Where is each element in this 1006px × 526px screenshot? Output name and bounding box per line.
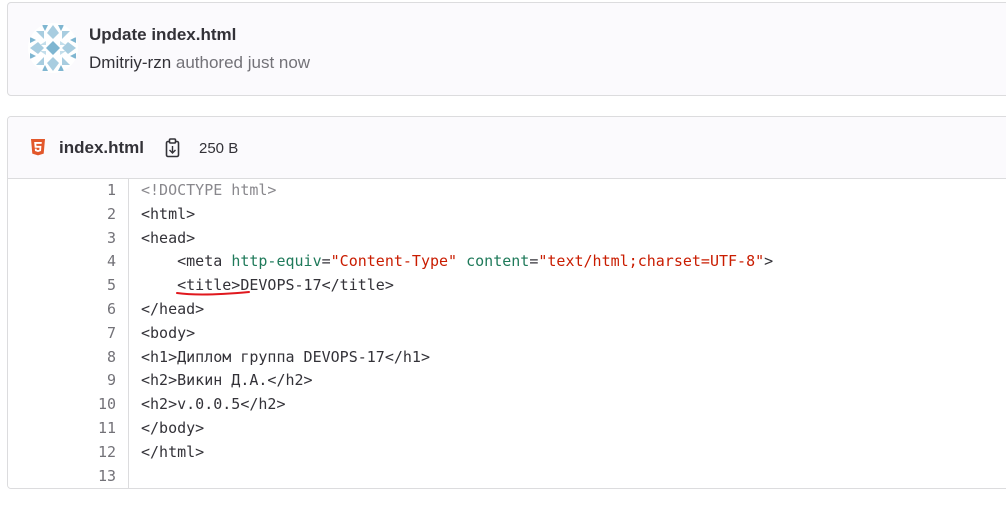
avatar[interactable]: [28, 23, 78, 73]
html5-icon: [31, 139, 45, 156]
code-token: <body>: [141, 323, 196, 342]
code-token: =: [321, 252, 331, 271]
code-token: "text/html;charset=UTF-8": [538, 252, 765, 271]
red-underline-annotation: [176, 291, 250, 296]
code-line: </body>: [141, 417, 204, 441]
line-number-gutter: 1 2 3 4 5 6 7 8 9 10 11 12 13: [8, 179, 129, 488]
file-size: 250 B: [199, 140, 239, 157]
line-number[interactable]: 5: [76, 274, 116, 298]
code-line: <h1>Диплом группа DEVOPS-17</h1>: [141, 346, 430, 370]
code-line: <body>: [141, 322, 195, 346]
code-token: </html>: [141, 442, 205, 461]
line-number[interactable]: 1: [76, 179, 116, 203]
code-line: </head>: [141, 298, 204, 322]
line-number[interactable]: 12: [76, 441, 116, 465]
line-number[interactable]: 7: [76, 322, 116, 346]
code-line: <head>: [141, 227, 195, 251]
file-viewer: index.html 250 B 1 2 3 4 5 6 7 8 9 10 11 12 13 <!DOC…: [7, 116, 1006, 489]
code-line: <!DOCTYPE html>: [141, 179, 276, 203]
file-name: index.html: [59, 138, 145, 157]
commit-authored-time: authored just now: [171, 53, 311, 72]
commit-meta: Dmitriy-rzn authored just now: [89, 53, 310, 73]
code-token: http-equiv: [231, 252, 322, 271]
commit-title[interactable]: Update index.html: [89, 25, 236, 45]
line-number[interactable]: 11: [76, 417, 116, 441]
line-number[interactable]: 2: [76, 203, 116, 227]
code-token: <h2>v.0.0.5</h2>: [141, 395, 286, 414]
line-number[interactable]: 6: [76, 298, 116, 322]
code-line: <h2>Викин Д.А.</h2>: [141, 369, 313, 393]
line-number[interactable]: 9: [76, 369, 116, 393]
code-line: <html>: [141, 203, 195, 227]
code-token: content: [466, 252, 530, 271]
code-token: <meta: [141, 252, 232, 271]
line-number[interactable]: 8: [76, 346, 116, 370]
code-token: </head>: [141, 300, 205, 318]
file-header: index.html 250 B: [8, 117, 1006, 179]
code-token: <h2>Викин Д.А.</h2>: [141, 371, 313, 390]
code-token: </body>: [141, 419, 205, 437]
line-number[interactable]: 3: [76, 227, 116, 251]
code-token: "Content-Type": [330, 252, 458, 271]
code-line: <meta http-equiv="Content-Type" content=…: [141, 250, 773, 274]
code-line: <h2>v.0.0.5</h2>: [141, 393, 286, 417]
line-number[interactable]: 4: [76, 250, 116, 274]
code-token: <html>: [141, 204, 196, 223]
code-token: <h1>Диплом группа DEVOPS-17</h1>: [141, 347, 430, 366]
code-token: >: [764, 252, 774, 271]
commit-header: Update index.html Dmitriy-rzn authored j…: [7, 2, 1006, 96]
line-number[interactable]: 10: [76, 393, 116, 417]
code-line: </html>: [141, 441, 204, 465]
code-token: <!DOCTYPE html>: [141, 181, 277, 199]
copy-icon[interactable]: [164, 137, 182, 159]
line-number[interactable]: 13: [76, 465, 116, 488]
code-token: <head>: [141, 228, 196, 247]
code-viewer: 1 2 3 4 5 6 7 8 9 10 11 12 13 <!DOCTYPE html> <html> <…: [8, 179, 1006, 488]
commit-author[interactable]: Dmitriy-rzn: [89, 53, 171, 72]
